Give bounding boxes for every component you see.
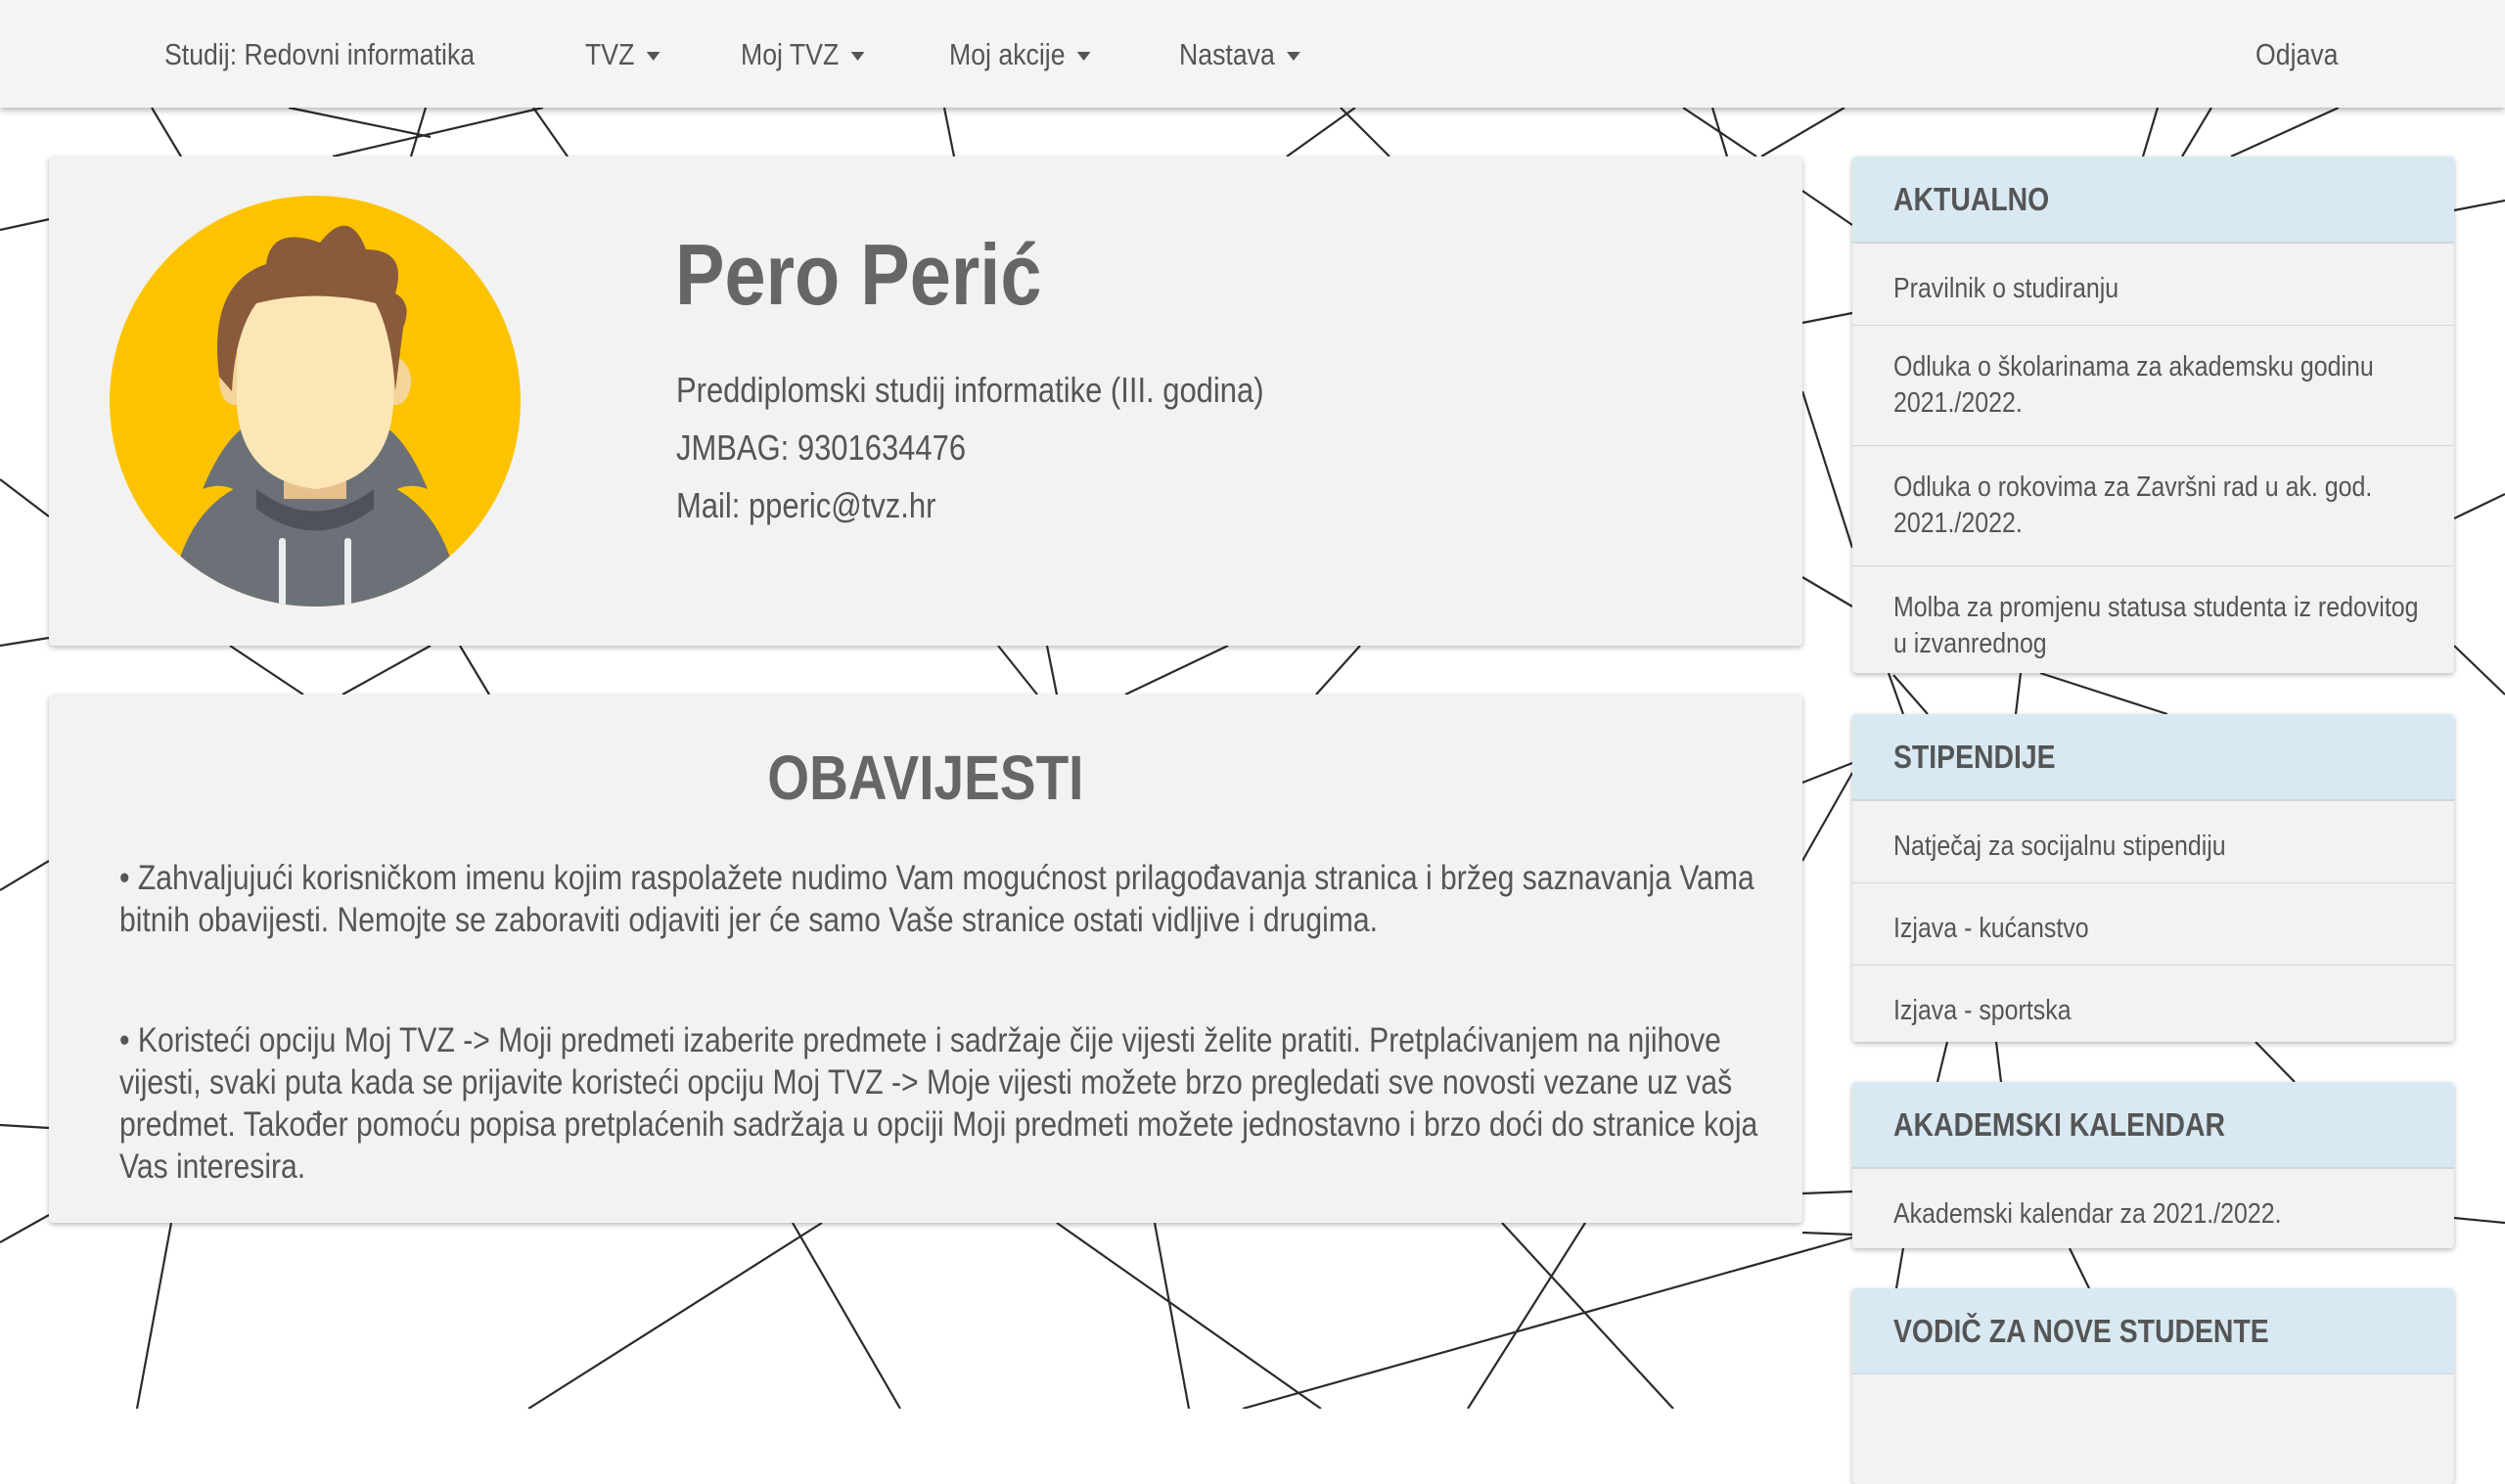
- nav-menu-moj-tvz[interactable]: Moj TVZ: [741, 0, 865, 108]
- panel-link[interactable]: Odluka o školarinama za akademsku godinu…: [1852, 325, 2454, 445]
- top-navbar: Studij: Redovni informatika TVZ Moj TVZ …: [0, 0, 2505, 108]
- panel-link-label: Odluka o školarinama za akademsku godinu…: [1893, 351, 2374, 419]
- nav-menu-label: TVZ: [585, 37, 635, 71]
- panel-header: VODIČ ZA NOVE STUDENTE: [1852, 1288, 2454, 1374]
- panel-link-label: Natječaj za socijalnu stipendiju: [1893, 831, 2226, 862]
- panel-header: AKTUALNO: [1852, 157, 2454, 243]
- panel-title: AKTUALNO: [1893, 181, 2050, 217]
- panel-link[interactable]: Pravilnik o studiranju: [1852, 243, 2454, 325]
- nav-menu-label: Moj TVZ: [741, 37, 840, 71]
- caret-down-icon: [646, 52, 660, 62]
- caret-down-icon: [1076, 52, 1091, 62]
- notices-title: OBAVIJESTI: [49, 742, 1802, 814]
- panel-aktualno: AKTUALNO Pravilnik o studiranju Odluka o…: [1852, 157, 2454, 673]
- nav-menu-label: Nastava: [1179, 37, 1275, 71]
- panel-link[interactable]: Odluka o rokovima za Završni rad u ak. g…: [1852, 445, 2454, 565]
- study-program: Preddiplomski studij informatike (III. g…: [676, 370, 1264, 410]
- panel-akademski-kalendar: AKADEMSKI KALENDAR Akademski kalendar za…: [1852, 1082, 2454, 1248]
- caret-down-icon: [1286, 52, 1300, 62]
- nav-menu-tvz[interactable]: TVZ: [585, 0, 660, 108]
- profile-card: Pero Perić Preddiplomski studij informat…: [49, 157, 1802, 646]
- nav-menu-moj-akcije[interactable]: Moj akcije: [949, 0, 1091, 108]
- panel-link[interactable]: Izjava - kućanstvo: [1852, 882, 2454, 965]
- panel-header: AKADEMSKI KALENDAR: [1852, 1082, 2454, 1168]
- panel-link[interactable]: Akademski kalendar za 2021./2022.: [1852, 1168, 2454, 1248]
- student-email: Mail: pperic@tvz.hr: [676, 485, 936, 525]
- panel-link-label: Pravilnik o studiranju: [1893, 273, 2119, 304]
- notices-title-text: OBAVIJESTI: [767, 742, 1084, 813]
- logout-link[interactable]: Odjava: [2255, 0, 2338, 108]
- panel-vodic-za-nove-studente: VODIČ ZA NOVE STUDENTE: [1852, 1288, 2454, 1484]
- panel-link-label: Odluka o rokovima za Završni rad u ak. g…: [1893, 472, 2373, 539]
- caret-down-icon: [850, 52, 865, 62]
- panel-title: AKADEMSKI KALENDAR: [1893, 1106, 2225, 1143]
- user-avatar-icon: [110, 196, 521, 607]
- panel-title: STIPENDIJE: [1893, 739, 2056, 775]
- notice-paragraph: • Koristeći opciju Moj TVZ -> Moji predm…: [119, 1021, 1758, 1186]
- notice-paragraph: • Zahvaljujući korisničkom imenu kojim r…: [119, 859, 1754, 939]
- panel-link-label: Akademski kalendar za 2021./2022.: [1893, 1198, 2282, 1230]
- panel-link[interactable]: Molba za promjenu statusa studenta iz re…: [1852, 565, 2454, 673]
- panel-link-label: Izjava - sportska: [1893, 995, 2072, 1026]
- panel-stipendije: STIPENDIJE Natječaj za socijalnu stipend…: [1852, 714, 2454, 1042]
- panel-header: STIPENDIJE: [1852, 714, 2454, 800]
- panel-link[interactable]: Natječaj za socijalnu stipendiju: [1852, 800, 2454, 882]
- student-name: Pero Perić: [675, 226, 1042, 323]
- panel-link[interactable]: Izjava - sportska: [1852, 965, 2454, 1042]
- panel-title: VODIČ ZA NOVE STUDENTE: [1893, 1313, 2269, 1349]
- panel-link-label: Molba za promjenu statusa studenta iz re…: [1893, 592, 2419, 659]
- nav-menu-label: Moj akcije: [949, 37, 1066, 71]
- student-jmbag: JMBAG: 9301634476: [676, 427, 967, 468]
- panel-link-label: Izjava - kućanstvo: [1893, 913, 2089, 944]
- nav-menu-nastava[interactable]: Nastava: [1179, 0, 1300, 108]
- nav-study-selector[interactable]: Studij: Redovni informatika: [164, 0, 475, 108]
- notices-card: OBAVIJESTI • Zahvaljujući korisničkom im…: [49, 695, 1802, 1223]
